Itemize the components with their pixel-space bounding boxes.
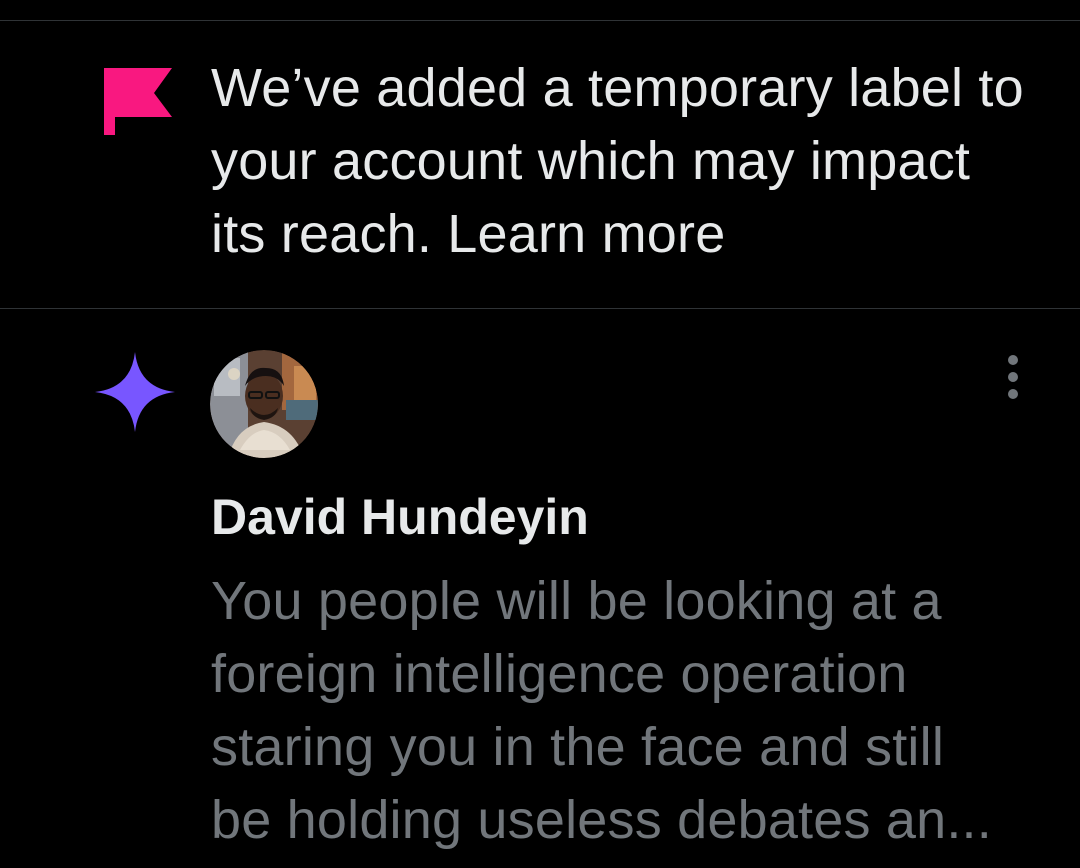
post-text-line: be holding useless debates an... (211, 790, 992, 850)
post-text-line: foreign intelligence operation (211, 644, 908, 704)
post-text[interactable]: You people will be looking at a foreign … (211, 565, 1031, 857)
flag-icon (104, 68, 172, 135)
sparkle-icon (95, 352, 175, 432)
avatar[interactable] (210, 350, 318, 458)
post-text-line: You people will be looking at a (211, 571, 942, 631)
more-vertical-icon[interactable] (996, 352, 1030, 402)
notice-text: We’ve added a temporary label to your ac… (211, 52, 1031, 271)
author-name[interactable]: David Hundeyin (211, 482, 589, 552)
learn-more-link[interactable]: Learn more (447, 204, 725, 264)
post-text-line: staring you in the face and still (211, 717, 945, 777)
